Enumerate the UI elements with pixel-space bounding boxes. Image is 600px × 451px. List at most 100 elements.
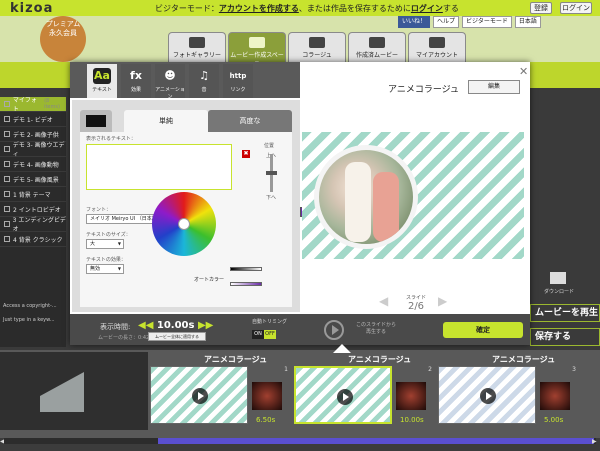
tab-advanced[interactable]: 高度な: [208, 110, 292, 132]
auto-trim-toggle[interactable]: ON OFF: [252, 330, 276, 339]
sidebar-item-ending-video[interactable]: 3 エンディングビデオ: [0, 217, 66, 233]
music-note-icon: ♫: [199, 69, 209, 82]
scrollbar-thumb[interactable]: [158, 438, 594, 444]
timeline-scrollbar[interactable]: [4, 438, 596, 444]
play-icon[interactable]: [337, 389, 353, 405]
edit-button[interactable]: 編集: [468, 80, 520, 94]
duration-label: 表示時間:: [100, 323, 131, 331]
font-select[interactable]: メイリオ Meiryo UI （日本語）: [86, 214, 162, 224]
header-utility-row: いいね！ ヘルプ ビジターモード 日本語: [398, 16, 541, 28]
next-slide-arrow-icon[interactable]: ▶: [438, 294, 447, 308]
notice-login-link[interactable]: ログイン: [411, 4, 443, 13]
slide-card-title: アニメコラージュ: [348, 355, 412, 364]
link-icon: http: [229, 72, 247, 80]
register-button[interactable]: 登録: [530, 2, 552, 14]
toggle-off[interactable]: OFF: [264, 330, 276, 339]
tab-collage[interactable]: コラージュ: [288, 32, 346, 62]
tab-text-preset[interactable]: [80, 110, 112, 132]
tab-created-movies[interactable]: 作成済ムービー: [348, 32, 406, 62]
slide-card-title: アニメコラージュ: [492, 355, 556, 364]
kizoa-logo[interactable]: kizoa: [10, 1, 53, 16]
tab-photo-gallery[interactable]: フォトギャラリー: [168, 32, 226, 62]
tab-animation[interactable]: ☻ アニメーション: [155, 64, 185, 100]
create-account-link[interactable]: アカウントを作成する: [219, 4, 299, 13]
tab-effects[interactable]: fx 効果: [121, 64, 151, 98]
sidebar-item-label: 3 エンディングビデオ: [12, 217, 66, 233]
transition-thumbnail[interactable]: [252, 382, 282, 410]
folder-icon: [4, 221, 10, 227]
sidebar-item-label: 2 イントロビデオ: [13, 206, 61, 214]
play-from-here-icon[interactable]: [324, 320, 344, 340]
close-icon[interactable]: ✕: [519, 65, 528, 78]
help-button[interactable]: ヘルプ: [433, 16, 460, 28]
save-movie-button[interactable]: 保存する: [530, 328, 600, 346]
position-slider[interactable]: [266, 154, 277, 192]
tab-link[interactable]: http リンク: [223, 64, 253, 98]
scroll-right-icon[interactable]: ▶: [592, 438, 597, 445]
facebook-like-button[interactable]: いいね！: [398, 16, 431, 28]
tab-simple[interactable]: 単純: [124, 110, 208, 132]
sidebar-item-bg-theme[interactable]: 1 背景 テーマ: [0, 187, 66, 202]
play-icon[interactable]: [192, 388, 208, 404]
mode-dropdown[interactable]: ビジターモード: [462, 16, 512, 28]
visitor-notice: ビジターモード：アカウントを作成する、または作品を保存するためにログインする: [155, 3, 459, 14]
color-wheel[interactable]: [152, 192, 216, 256]
slide-thumbnail-selected[interactable]: [294, 366, 392, 424]
checkbox-icon[interactable]: [4, 161, 10, 167]
language-dropdown[interactable]: 日本語: [514, 16, 541, 28]
checkbox-icon[interactable]: [4, 176, 10, 182]
size-select[interactable]: 大: [86, 239, 124, 249]
auto-trim-label: 自動トリミング: [252, 319, 288, 325]
collage-icon: [309, 37, 325, 48]
download-icon[interactable]: [550, 272, 566, 284]
sidebar-item-demo-landscape[interactable]: デモ 5- 画像風景: [0, 172, 66, 187]
opacity-slider[interactable]: [230, 282, 262, 286]
timeline-slide-card[interactable]: アニメコラージュ 3 5.00s: [436, 352, 578, 430]
slide-edit-dialog: Aa テキスト fx 効果 ☻ アニメーション ♫ 音 http リンク ✕ アニメコラー…: [70, 62, 530, 345]
slider-thumb[interactable]: [266, 171, 277, 175]
sidebar-item-my-photos[interactable]: マイフォト (8 items): [0, 97, 66, 113]
sidebar-footer-line: Just type in a keyw...: [3, 317, 55, 323]
login-button[interactable]: ログイン: [560, 2, 592, 14]
slide-thumbnail[interactable]: [150, 366, 248, 424]
tab-text[interactable]: Aa テキスト: [87, 64, 117, 98]
tab-my-account[interactable]: マイアカウント: [408, 32, 466, 62]
sidebar-item-demo-animals[interactable]: デモ 4- 画像動物: [0, 157, 66, 172]
apply-all-button[interactable]: ムービー全体に適用する: [148, 332, 206, 341]
prev-slide-arrow-icon[interactable]: ◀: [379, 294, 388, 308]
slide-counter-label: スライド: [405, 295, 426, 301]
checkbox-icon[interactable]: [4, 101, 10, 107]
confirm-button[interactable]: 確定: [443, 322, 523, 338]
tab-movie-workspace[interactable]: ムービー作成スペース: [228, 32, 286, 68]
transition-thumbnail[interactable]: [540, 382, 570, 410]
sidebar-item-bg-classic[interactable]: 4 背景 クラシック: [0, 232, 66, 247]
delete-icon[interactable]: ✖: [242, 150, 250, 158]
premium-badge[interactable]: プレミアム 永久会員: [40, 16, 86, 62]
checkbox-icon[interactable]: [4, 116, 10, 122]
film-scissors-icon: [249, 37, 265, 48]
sidebar-item-demo-wedding[interactable]: デモ 3- 画像ウエディ: [0, 142, 66, 158]
duration-stepper[interactable]: ◀◀ 10.00s ▶▶: [138, 320, 213, 331]
folder-icon: [4, 236, 10, 242]
transition-thumbnail[interactable]: [396, 382, 426, 410]
display-text-input[interactable]: [86, 144, 232, 190]
notice-suffix: する: [442, 4, 459, 13]
sidebar-item-demo-video[interactable]: デモ 1- ビデオ: [0, 112, 66, 127]
timeline-slide-card[interactable]: アニメコラージュ 1 6.50s: [148, 352, 290, 430]
slide-shape: [40, 372, 84, 412]
play-movie-button[interactable]: ムービーを再生: [530, 304, 600, 322]
brightness-slider[interactable]: [230, 267, 262, 271]
slide-thumbnail[interactable]: [438, 366, 536, 424]
tab-sound[interactable]: ♫ 音: [189, 64, 219, 98]
movie-length: ムービーの長さ：0:42: [98, 335, 150, 341]
checkbox-icon[interactable]: [4, 131, 10, 137]
checkbox-icon[interactable]: [4, 146, 10, 152]
toggle-on[interactable]: ON: [252, 330, 264, 339]
effect-select[interactable]: 無効: [86, 264, 124, 274]
play-icon[interactable]: [480, 388, 496, 404]
timeline-slide-0[interactable]: [0, 352, 148, 430]
font-label: フォント：: [86, 207, 112, 213]
preview-photo: [314, 145, 418, 249]
tab-label: アニメーション: [155, 87, 185, 100]
timeline-slide-card[interactable]: アニメコラージュ 2 10.00s: [292, 352, 434, 430]
